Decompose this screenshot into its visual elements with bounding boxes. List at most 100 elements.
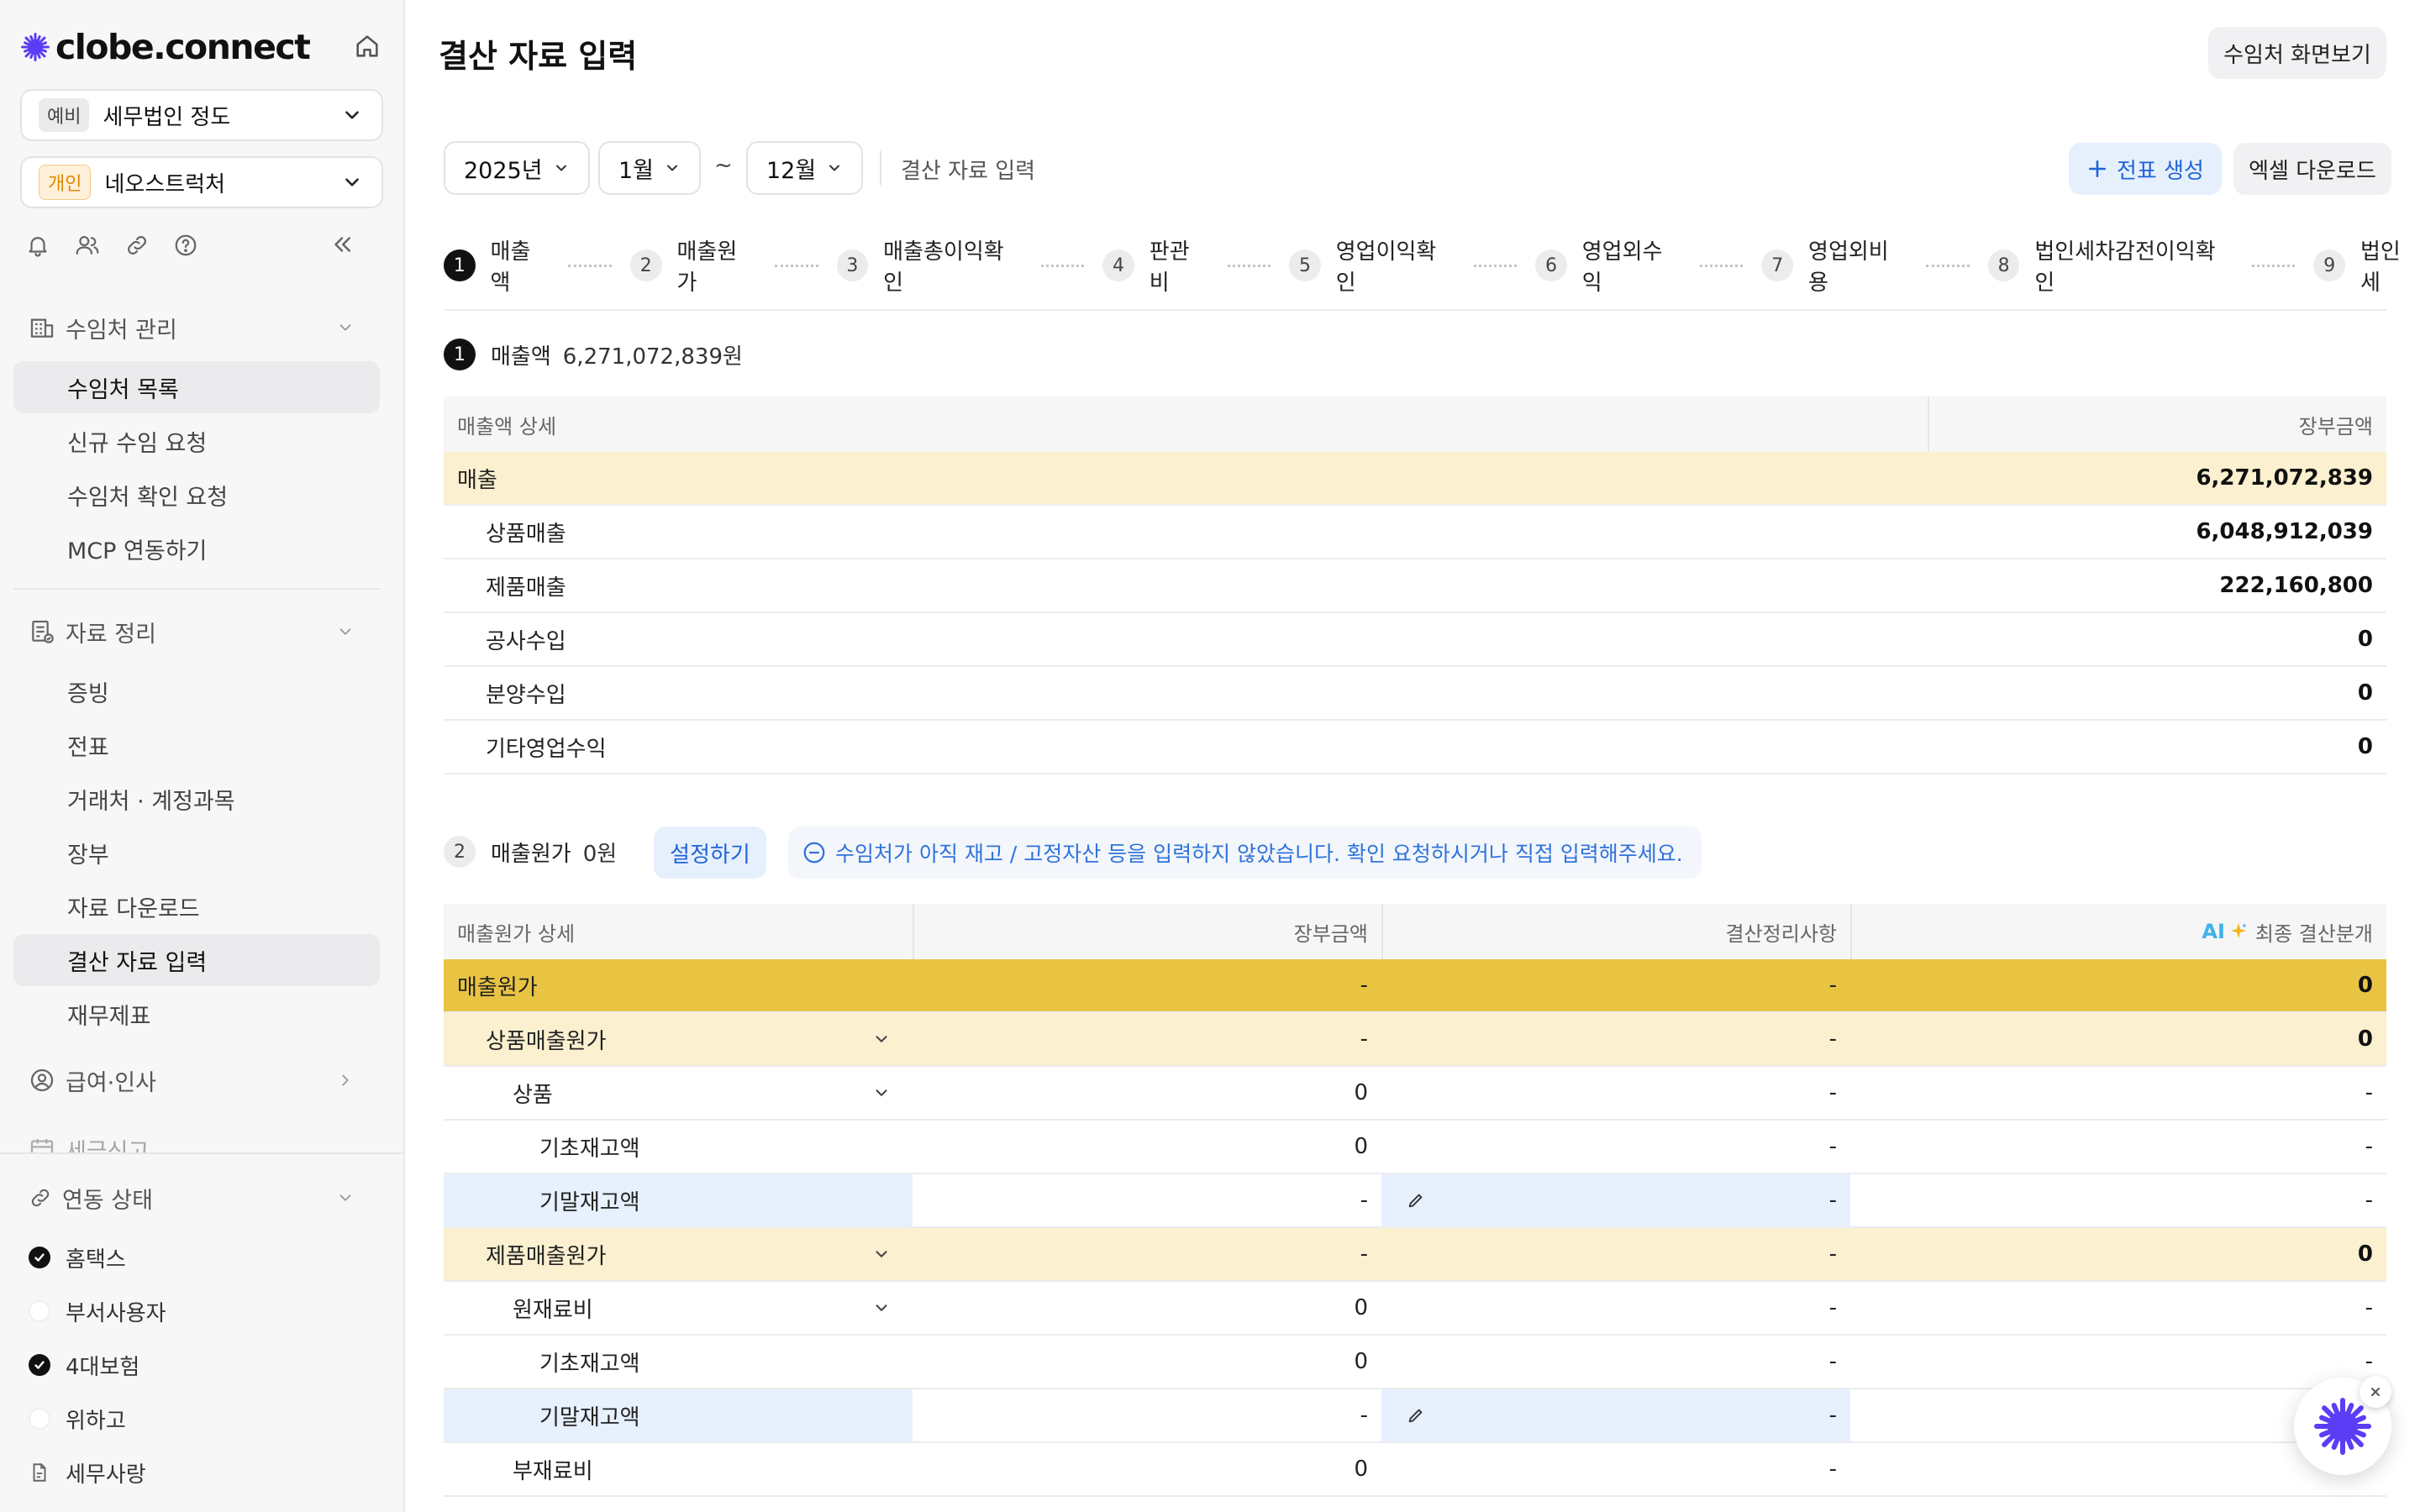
sidebar-item-voucher[interactable]: 전표 [13,719,380,771]
row-final-entry: 0 [2357,1026,2373,1052]
table-row: 매출원가 - - 0 [444,959,2386,1013]
connection-item-semusarang[interactable]: 세무사랑 [29,1452,146,1494]
row-label-cell[interactable]: 원재료비 [444,1282,913,1334]
table-row: 매출 6,271,072,839 [444,452,2386,506]
collapse-sidebar-icon[interactable] [329,232,355,257]
row-label-cell[interactable]: 제품매출원가 [444,1228,913,1280]
sidebar-item-mcp[interactable]: MCP 연동하기 [13,522,380,575]
plus-icon [2086,158,2108,180]
client-view-button[interactable]: 수임처 화면보기 [2208,27,2386,79]
pencil-icon[interactable] [1407,1406,1425,1425]
help-icon[interactable] [173,233,198,258]
sidebar-item-financial-statements[interactable]: 재무제표 [13,988,380,1040]
row-label: 상품매출원가 [486,1028,607,1054]
year-select[interactable]: 2025년 [444,141,590,195]
pencil-icon[interactable] [1407,1191,1425,1210]
step-5[interactable]: 5 영업이익확인 [1289,234,1455,297]
client-name: 네오스트럭처 [104,171,226,197]
nav-section-data-organize[interactable]: 자료 정리 [13,606,380,657]
chevron-down-icon [336,318,355,337]
step-4[interactable]: 4 판관비 [1102,234,1208,297]
client-selector[interactable]: 개인 네오스트럭처 [20,156,383,208]
divider [444,309,2386,311]
connection-item-wehago[interactable]: 위하고 [29,1398,126,1440]
chevron-down-icon[interactable] [872,1030,891,1048]
step-3[interactable]: 3 매출총이익확인 [836,234,1023,297]
to-month-select[interactable]: 12월 [746,141,864,195]
connection-item-insurance[interactable]: 4대보험 [29,1344,139,1386]
row-label-cell[interactable]: 상품 [444,1067,913,1119]
row-label-cell[interactable]: 상품매출원가 [444,1013,913,1065]
step-label: 매출원가 [676,239,738,296]
step-1[interactable]: 1 매출액 [444,234,550,297]
row-final-entry: - [2365,1080,2373,1105]
sidebar-utility-bar [25,228,378,262]
row-adjustment: - [1381,1121,1850,1173]
from-month-select[interactable]: 1월 [598,141,702,195]
close-icon[interactable] [2360,1376,2391,1408]
sidebar-item-client-confirm[interactable]: 수임처 확인 요청 [13,469,380,521]
sidebar-item-ledger[interactable]: 장부 [13,827,380,879]
row-book-amount: 6,271,072,839 [2196,465,2373,491]
adjustment-input-cell[interactable]: - [1381,1174,1850,1226]
step-9[interactable]: 9 법인세 [2313,234,2419,297]
sidebar-item-accounts[interactable]: 거래처 · 계정과목 [13,773,380,825]
row-label-cell: 기초재고액 [444,1336,913,1388]
excel-download-button[interactable]: 엑셀 다운로드 [2233,143,2391,195]
step-connector [2252,264,2296,267]
sidebar-item-closing-input[interactable]: 결산 자료 입력 [13,934,380,986]
user-circle-icon [29,1067,55,1094]
step-connector [1040,264,1085,267]
step-number: 5 [1289,249,1321,281]
adjustment-input-cell[interactable]: - [1381,1389,1850,1441]
row-adjustment: - [1381,1336,1850,1388]
bell-icon[interactable] [25,233,50,258]
step-2[interactable]: 2 매출원가 [629,234,756,297]
connection-item-dept-user[interactable]: 부서사용자 [29,1290,166,1332]
connection-status-header[interactable]: 연동 상태 [13,1173,380,1223]
column-header-final-label: 최종 결산분개 [2254,921,2373,946]
table-row: 제품매출 222,160,800 [444,559,2386,613]
row-adjustment-value: - [1828,1026,1837,1052]
chevron-down-icon[interactable] [872,1299,891,1317]
row-label: 제품매출원가 [486,1243,607,1269]
row-label: 상품매출 [486,521,566,547]
step-8[interactable]: 8 법인세차감전이익확인 [1987,234,2233,297]
nav-section-payroll[interactable]: 급여·인사 [13,1055,380,1105]
step-number: 1 [444,249,476,281]
sidebar-item-evidence[interactable]: 증빙 [13,665,380,717]
step-7[interactable]: 7 영업외비용 [1761,234,1907,297]
connection-item-hometax[interactable]: 홈택스 [29,1236,126,1278]
table-row: 부재료비 0 - [444,1443,2386,1497]
to-month-value: 12월 [766,157,817,184]
column-header-book-amount: 장부금액 [1928,396,2386,452]
row-adjustment-value: - [1828,1403,1837,1428]
row-label: 부재료비 [513,1458,593,1484]
create-voucher-button[interactable]: 전표 생성 [2069,143,2222,195]
logo[interactable]: clobe.connect [20,25,381,69]
workspace-selector[interactable]: 예비 세무법인 정도 [20,89,383,141]
users-icon[interactable] [74,233,101,258]
sidebar-item-download[interactable]: 자료 다운로드 [13,880,380,932]
sidebar-item-new-request[interactable]: 신규 수임 요청 [13,415,380,467]
row-adjustment: - [1381,1443,1850,1495]
row-label: 제품매출 [486,575,566,601]
chevron-down-icon[interactable] [872,1084,891,1102]
configure-button[interactable]: 설정하기 [654,827,766,879]
row-adjustment: - [1381,1013,1850,1065]
chevron-down-icon [341,171,363,193]
row-book-amount: - [1360,1188,1368,1213]
home-icon[interactable] [353,32,381,60]
revenue-table: 매출액 상세 장부금액 매출 6,271,072,839 상품매출 6,048,912… [444,396,2386,774]
row-book-amount: 0 [2357,734,2373,759]
row-adjustment: - [1381,1282,1850,1334]
step-6[interactable]: 6 영업외수익 [1535,234,1681,297]
chevron-down-icon[interactable] [872,1245,891,1263]
connection-item-label: 부서사용자 [66,1300,166,1326]
sidebar: clobe.connect 예비 세무법인 정도 개인 네오스트럭처 수임처 관… [0,0,405,1512]
nav-section-client-management[interactable]: 수임처 관리 [13,302,380,353]
sidebar-item-client-list[interactable]: 수임처 목록 [13,361,380,413]
row-label: 매출원가 [457,974,538,1000]
document-check-icon [29,618,55,645]
link-icon[interactable] [124,233,150,258]
